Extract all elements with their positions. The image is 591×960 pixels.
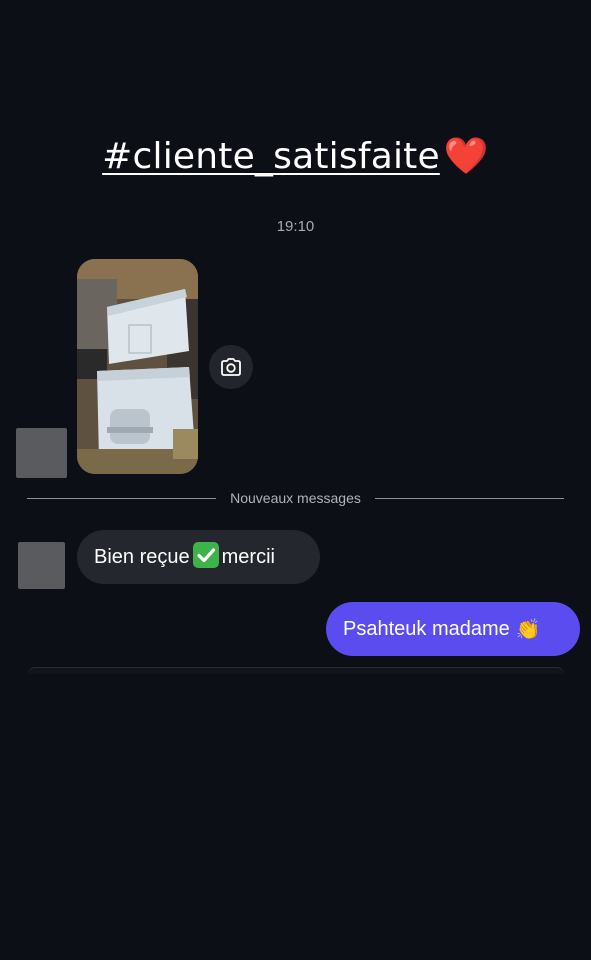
divider-line-right — [374, 497, 564, 499]
message-text: Psahteuk madame — [343, 617, 510, 640]
new-messages-label: Nouveaux messages — [230, 490, 361, 506]
clapping-hands-emoji: 👏 — [515, 618, 541, 641]
shared-photo[interactable] — [77, 259, 198, 474]
camera-glyph — [221, 358, 241, 376]
new-messages-divider: Nouveaux messages — [27, 488, 564, 508]
avatar[interactable] — [18, 542, 65, 589]
avatar[interactable] — [16, 428, 67, 478]
message-text-suffix: mercii — [221, 545, 275, 568]
incoming-message-bubble[interactable]: Bien reçue mercii — [77, 530, 320, 584]
photo-image — [77, 259, 198, 474]
message-text: Bien reçue — [94, 545, 190, 568]
heart-emoji: ❤️ — [443, 136, 489, 177]
story-caption: #cliente_satisfaite ❤️ — [0, 135, 591, 177]
composer-top-edge — [28, 667, 564, 674]
check-emoji-icon — [192, 542, 219, 568]
camera-icon[interactable] — [209, 345, 253, 389]
hashtag-text[interactable]: #cliente_satisfaite — [102, 136, 440, 177]
divider-line-left — [27, 497, 217, 499]
message-timestamp: 19:10 — [276, 218, 315, 235]
outgoing-message-bubble[interactable]: Psahteuk madame 👏 — [326, 602, 580, 656]
